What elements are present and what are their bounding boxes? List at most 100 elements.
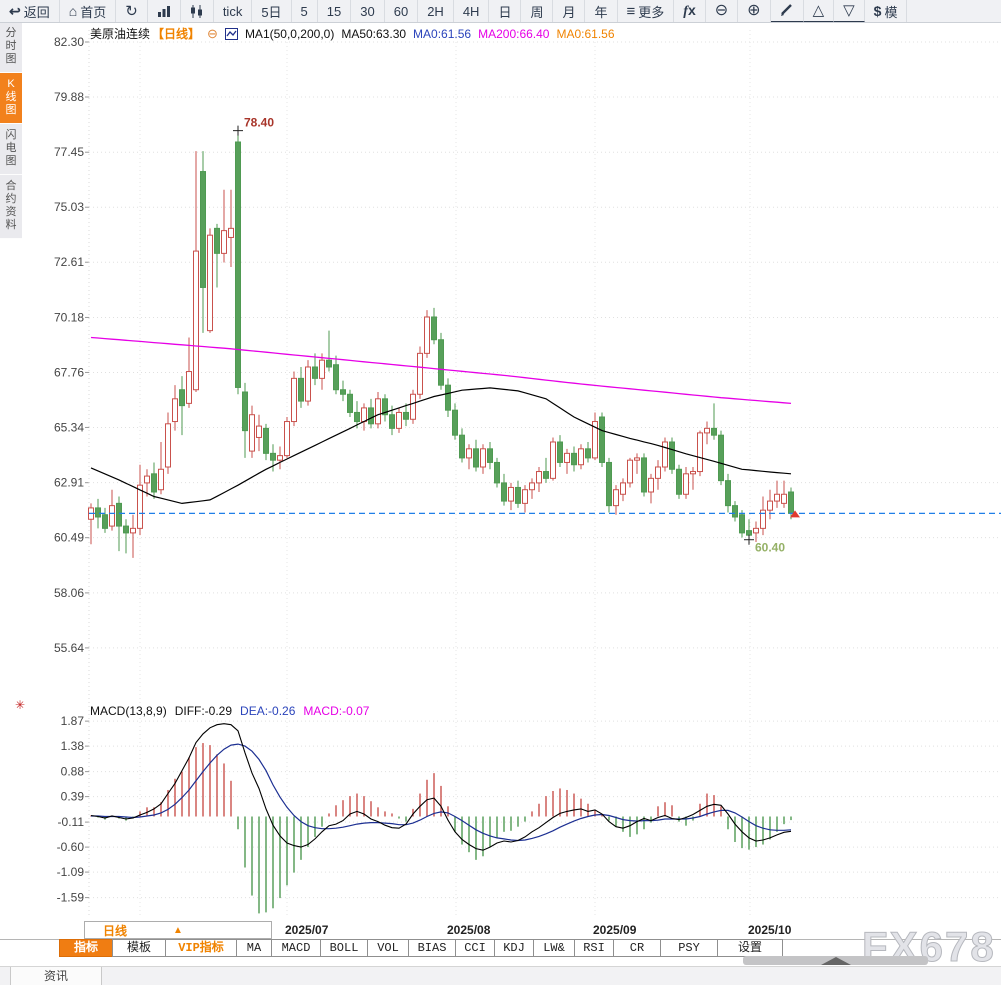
toolbar-more-button[interactable]: ≡ 更多 [618, 0, 675, 22]
toolbar-day-button[interactable]: 日 [489, 0, 522, 22]
svg-text:65.34: 65.34 [54, 420, 84, 434]
svg-text:75.03: 75.03 [54, 200, 84, 214]
price-chart-canvas[interactable]: 82.30 79.88 77.45 75.03 72.61 70.18 67.76 65.34… [0, 0, 1001, 985]
toolbar-week-button[interactable]: 周 [521, 0, 554, 22]
indicator-chart-icon [224, 27, 238, 40]
svg-text:67.76: 67.76 [54, 365, 84, 379]
toolbar-sim-trade-label: 模 [884, 4, 898, 20]
symbol-name: 美原油连续 [90, 27, 151, 41]
tab-BIAS[interactable]: BIAS [408, 939, 456, 957]
tab-CR[interactable]: CR [613, 939, 661, 957]
tab-MACD[interactable]: MACD [271, 939, 321, 957]
tab-BOLL[interactable]: BOLL [320, 939, 368, 957]
toolbar-min30-label: 30 [360, 3, 375, 19]
toolbar-year-button[interactable]: 年 [585, 0, 618, 22]
news-tab[interactable]: 资讯 [10, 967, 102, 985]
toolbar-hour2-label: 2H [427, 3, 444, 19]
toolbar-min15-button[interactable]: 15 [318, 0, 352, 22]
svg-text:-0.11: -0.11 [58, 815, 85, 829]
indicator-tab-bar: 指标 模板 VIP指标 MA MACD BOLL VOL BIAS CCI KDJ LW& RSI CR… [59, 939, 783, 957]
toolbar-home-label: 首页 [80, 4, 107, 20]
toolbar-min60-label: 60 [393, 3, 409, 19]
x-axis-month-3: 2025/09 [593, 923, 637, 937]
svg-text:60.40: 60.40 [755, 541, 785, 555]
toolbar-min15-label: 15 [326, 3, 342, 19]
svg-text:72.61: 72.61 [54, 255, 84, 269]
svg-text:-0.60: -0.60 [57, 840, 85, 854]
toolbar-hour4-label: 4H [462, 3, 480, 19]
toolbar-refresh-button[interactable]: ↻ [116, 0, 148, 22]
tab-CCI[interactable]: CCI [455, 939, 495, 957]
toolbar-triangle-down-button[interactable]: ▽ [834, 0, 865, 22]
svg-text:70.18: 70.18 [54, 310, 84, 324]
scroll-up-arrow-icon [821, 957, 851, 965]
toolbar-month-label: 月 [562, 4, 576, 20]
svg-text:60.49: 60.49 [54, 531, 84, 545]
toolbar-year-label: 年 [594, 4, 608, 20]
svg-text:-1.09: -1.09 [57, 865, 85, 879]
macd-params: MACD(13,8,9) [90, 704, 167, 718]
svg-text:1.87: 1.87 [61, 714, 85, 728]
period-dropd own-button[interactable]: 日线 ▲ [84, 921, 272, 939]
toolbar-5day-button[interactable]: 5日 [252, 0, 292, 22]
svg-text:62.91: 62.91 [54, 476, 84, 490]
svg-text:77.45: 77.45 [54, 145, 84, 159]
toolbar-month-button[interactable]: 月 [553, 0, 586, 22]
tab-VOL[interactable]: VOL [367, 939, 409, 957]
tab-RSI[interactable]: RSI [574, 939, 614, 957]
macd-diff-value: DIFF:-0.29 [174, 704, 233, 718]
collapse-icon[interactable]: ⊖ [207, 26, 218, 42]
horizontal-scrollbar-thumb[interactable] [743, 956, 928, 965]
svg-text:-1.59: -1.59 [57, 891, 85, 905]
toolbar-bar-chart-mode-button[interactable] [148, 0, 181, 22]
toolbar-home-button[interactable]: ⌂ 首页 [60, 0, 117, 22]
period-label: 【日线】 [152, 27, 201, 41]
tab-VIP指标[interactable]: VIP指标 [165, 939, 237, 957]
tab-PSY[interactable]: PSY [660, 939, 718, 957]
tab-指标[interactable]: 指标 [59, 939, 113, 957]
macd-macd-value: MACD:-0.07 [303, 704, 370, 718]
toolbar-more-label: 更多 [638, 4, 665, 20]
toolbar-hour4-button[interactable]: 4H [454, 0, 490, 22]
bottom-status-row: 资讯 [0, 966, 1001, 985]
sidebar-item-3[interactable]: 合约资料 [0, 175, 22, 239]
macd-dea-value: DEA:-0.26 [240, 704, 296, 718]
toolbar-day-label: 日 [498, 4, 512, 20]
sidebar-item-0[interactable]: 分时图 [0, 22, 22, 73]
sidebar-item-1[interactable]: K线图 [0, 73, 22, 124]
svg-text:1.38: 1.38 [61, 739, 85, 753]
tab-模板[interactable]: 模板 [112, 939, 166, 957]
svg-text:82.30: 82.30 [54, 35, 84, 49]
ma50-value: MA50:63.30 [341, 26, 407, 41]
toolbar-back-label: 返回 [23, 4, 50, 20]
tab-设置[interactable]: 设置 [717, 939, 783, 957]
chart-header: 美原油连续 【日线】 ⊖ MA1(50,0,200,0) MA50:63.30 M… [90, 25, 615, 42]
toolbar-zoom-out-button[interactable]: ⊖ [706, 0, 739, 22]
toolbar-hour2-button[interactable]: 2H [418, 0, 454, 22]
toolbar-min5-label: 5 [300, 3, 308, 19]
ma0-blue-value: MA0:61.56 [413, 26, 472, 41]
toolbar-triangle-up-button[interactable]: △ [803, 0, 835, 22]
toolbar-formula-button[interactable]: fx [674, 0, 706, 22]
toolbar-tick-button[interactable]: tick [214, 0, 253, 22]
toolbar-min30-button[interactable]: 30 [351, 0, 385, 22]
svg-text:58.06: 58.06 [54, 586, 84, 600]
indicator-settings-icon[interactable]: ✳ [15, 698, 25, 712]
ma0-orange-value: MA0:61.56 [556, 26, 615, 41]
x-axis-month-4: 2025/10 [748, 923, 792, 937]
toolbar-min60-button[interactable]: 60 [385, 0, 419, 22]
toolbar-zoom-in-button[interactable]: ⊕ [738, 0, 771, 22]
toolbar-draw-button[interactable] [770, 0, 804, 22]
toolbar-min5-button[interactable]: 5 [292, 0, 318, 22]
tab-MA[interactable]: MA [236, 939, 272, 957]
toolbar-candle-mode-button[interactable] [181, 0, 214, 22]
x-axis-month-1: 2025/07 [285, 923, 329, 937]
tab-LW&[interactable]: LW& [533, 939, 575, 957]
svg-text:78.40: 78.40 [244, 116, 274, 130]
toolbar-back-button[interactable]: ↩ 返回 [0, 0, 60, 22]
toolbar-5day-label: 5日 [261, 4, 282, 20]
tab-KDJ[interactable]: KDJ [494, 939, 534, 957]
toolbar-sim-trade-button[interactable]: $ 模 [865, 0, 908, 22]
x-axis-month-2: 2025/08 [447, 923, 491, 937]
sidebar-item-2[interactable]: 闪电图 [0, 124, 22, 175]
